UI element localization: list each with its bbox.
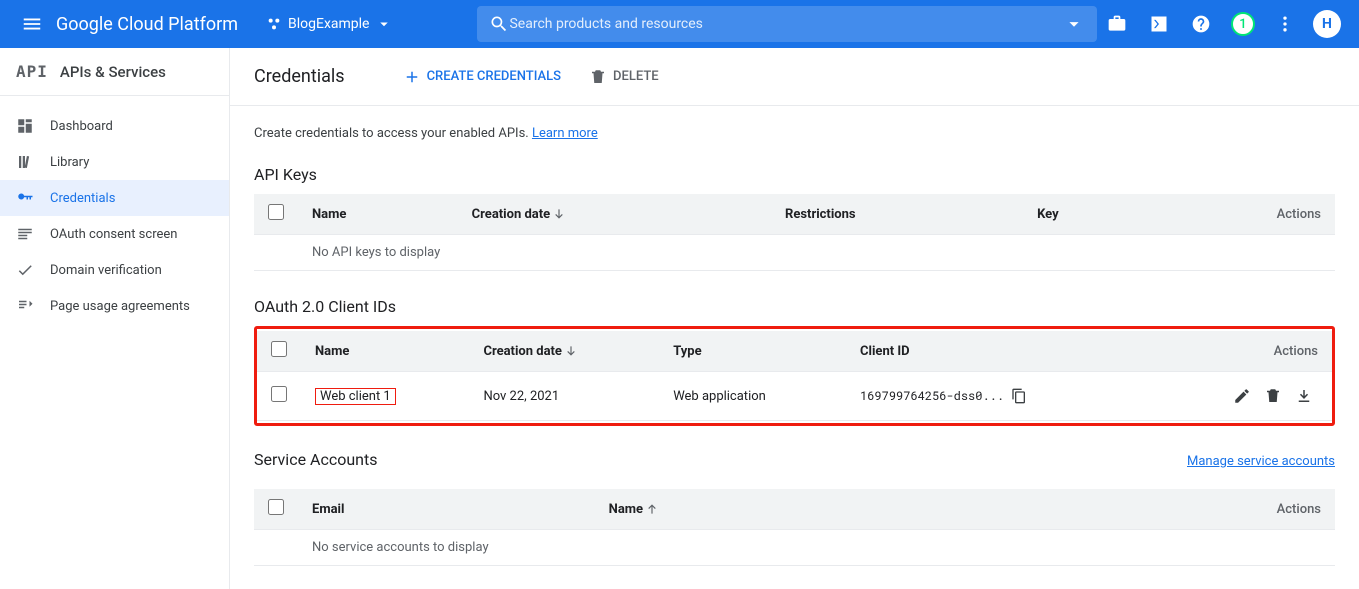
- copy-client-id-button[interactable]: [1011, 388, 1027, 404]
- free-trial-icon[interactable]: [1097, 4, 1137, 44]
- col-name[interactable]: Name: [595, 489, 980, 530]
- sidebar-item-oauth-consent[interactable]: OAuth consent screen: [0, 216, 229, 252]
- oauth-client-link[interactable]: Web client 1: [320, 389, 391, 404]
- sidebar-item-credentials[interactable]: Credentials: [0, 180, 229, 216]
- sidebar-item-library[interactable]: Library: [0, 144, 229, 180]
- oauth-highlight-box: Name Creation date Type Client ID Action…: [254, 326, 1335, 426]
- sidebar-item-page-usage[interactable]: Page usage agreements: [0, 288, 229, 324]
- select-all-service-accounts[interactable]: [268, 499, 284, 515]
- library-icon: [16, 153, 34, 171]
- product-name: Google Cloud Platform: [56, 14, 238, 35]
- agreement-icon: [16, 297, 34, 315]
- api-logo-icon: API: [16, 62, 48, 81]
- sidebar-item-label: Dashboard: [50, 119, 113, 134]
- manage-service-accounts-link[interactable]: Manage service accounts: [1187, 454, 1335, 469]
- sort-down-icon: [552, 207, 566, 221]
- service-accounts-section: Service Accounts Manage service accounts…: [254, 450, 1335, 566]
- select-all-api-keys[interactable]: [268, 204, 284, 220]
- api-keys-title: API Keys: [254, 165, 1335, 184]
- sidebar-title: APIs & Services: [60, 63, 166, 81]
- page-header: Credentials CREATE CREDENTIALS DELETE: [230, 48, 1359, 106]
- nav-menu-button[interactable]: [12, 4, 52, 44]
- project-picker[interactable]: BlogExample: [258, 8, 407, 40]
- search-bar[interactable]: [477, 6, 1097, 42]
- sort-up-icon: [645, 502, 659, 516]
- sidebar-item-dashboard[interactable]: Dashboard: [0, 108, 229, 144]
- api-keys-empty: No API keys to display: [298, 235, 1335, 271]
- sidebar: API APIs & Services Dashboard Library Cr…: [0, 48, 230, 589]
- col-key[interactable]: Key: [1023, 194, 1150, 235]
- delete-row-button[interactable]: [1259, 382, 1287, 410]
- sidebar-item-label: Library: [50, 155, 89, 170]
- helper-text: Create credentials to access your enable…: [254, 126, 1335, 141]
- pencil-icon: [1233, 387, 1251, 405]
- col-creation-date[interactable]: Creation date: [458, 194, 771, 235]
- account-avatar[interactable]: H: [1307, 4, 1347, 44]
- search-icon: [489, 14, 509, 34]
- key-icon: [16, 189, 34, 207]
- topbar: Google Cloud Platform BlogExample 1 H: [0, 0, 1359, 48]
- help-icon[interactable]: [1181, 4, 1221, 44]
- service-accounts-empty: No service accounts to display: [298, 530, 1335, 566]
- learn-more-link[interactable]: Learn more: [532, 126, 598, 141]
- download-button[interactable]: [1290, 382, 1318, 410]
- page-title: Credentials: [254, 66, 345, 87]
- select-oauth-row[interactable]: [271, 386, 287, 402]
- verified-icon: [16, 261, 34, 279]
- col-creation-date[interactable]: Creation date: [469, 331, 659, 372]
- col-actions: Actions: [980, 489, 1335, 530]
- cloud-shell-icon[interactable]: [1139, 4, 1179, 44]
- api-keys-section: API Keys Name Creation date Restrictions…: [254, 165, 1335, 271]
- sidebar-item-label: Page usage agreements: [50, 299, 190, 314]
- oauth-created: Nov 22, 2021: [469, 372, 659, 421]
- main-content: Credentials CREATE CREDENTIALS DELETE Cr…: [230, 48, 1359, 589]
- select-all-oauth[interactable]: [271, 341, 287, 357]
- plus-icon: [403, 68, 421, 86]
- sort-down-icon: [564, 344, 578, 358]
- dashboard-icon: [16, 117, 34, 135]
- col-actions: Actions: [1150, 194, 1335, 235]
- service-accounts-title: Service Accounts: [254, 450, 377, 469]
- delete-label: DELETE: [613, 69, 659, 84]
- oauth-client-name-highlight: Web client 1: [315, 388, 396, 405]
- copy-icon: [1011, 388, 1027, 404]
- consent-icon: [16, 225, 34, 243]
- topbar-right: 1 H: [1097, 4, 1347, 44]
- oauth-row: Web client 1 Nov 22, 2021 Web applicatio…: [257, 372, 1332, 421]
- sidebar-header[interactable]: API APIs & Services: [0, 48, 229, 96]
- more-icon[interactable]: [1265, 4, 1305, 44]
- col-name[interactable]: Name: [298, 194, 458, 235]
- col-type[interactable]: Type: [659, 331, 846, 372]
- trash-icon: [589, 68, 607, 86]
- col-client-id[interactable]: Client ID: [846, 331, 1148, 372]
- oauth-type: Web application: [659, 372, 846, 421]
- sidebar-item-label: Credentials: [50, 191, 115, 206]
- oauth-title: OAuth 2.0 Client IDs: [254, 297, 1335, 316]
- download-icon: [1295, 387, 1313, 405]
- edit-button[interactable]: [1228, 382, 1256, 410]
- delete-button[interactable]: DELETE: [589, 68, 659, 86]
- notifications-icon[interactable]: 1: [1223, 4, 1263, 44]
- sidebar-item-domain-verification[interactable]: Domain verification: [0, 252, 229, 288]
- col-email[interactable]: Email: [298, 489, 595, 530]
- create-credentials-label: CREATE CREDENTIALS: [427, 69, 561, 84]
- sidebar-item-label: OAuth consent screen: [50, 227, 177, 242]
- col-actions: Actions: [1148, 331, 1332, 372]
- sidebar-item-label: Domain verification: [50, 263, 162, 278]
- col-name[interactable]: Name: [301, 331, 469, 372]
- oauth-client-id: 169799764256-dss0...: [860, 388, 1004, 404]
- create-credentials-button[interactable]: CREATE CREDENTIALS: [403, 68, 561, 86]
- search-input[interactable]: [509, 16, 1063, 32]
- project-name: BlogExample: [288, 16, 369, 32]
- trash-icon: [1264, 387, 1282, 405]
- search-dropdown-icon[interactable]: [1063, 13, 1085, 35]
- col-restrictions[interactable]: Restrictions: [771, 194, 1023, 235]
